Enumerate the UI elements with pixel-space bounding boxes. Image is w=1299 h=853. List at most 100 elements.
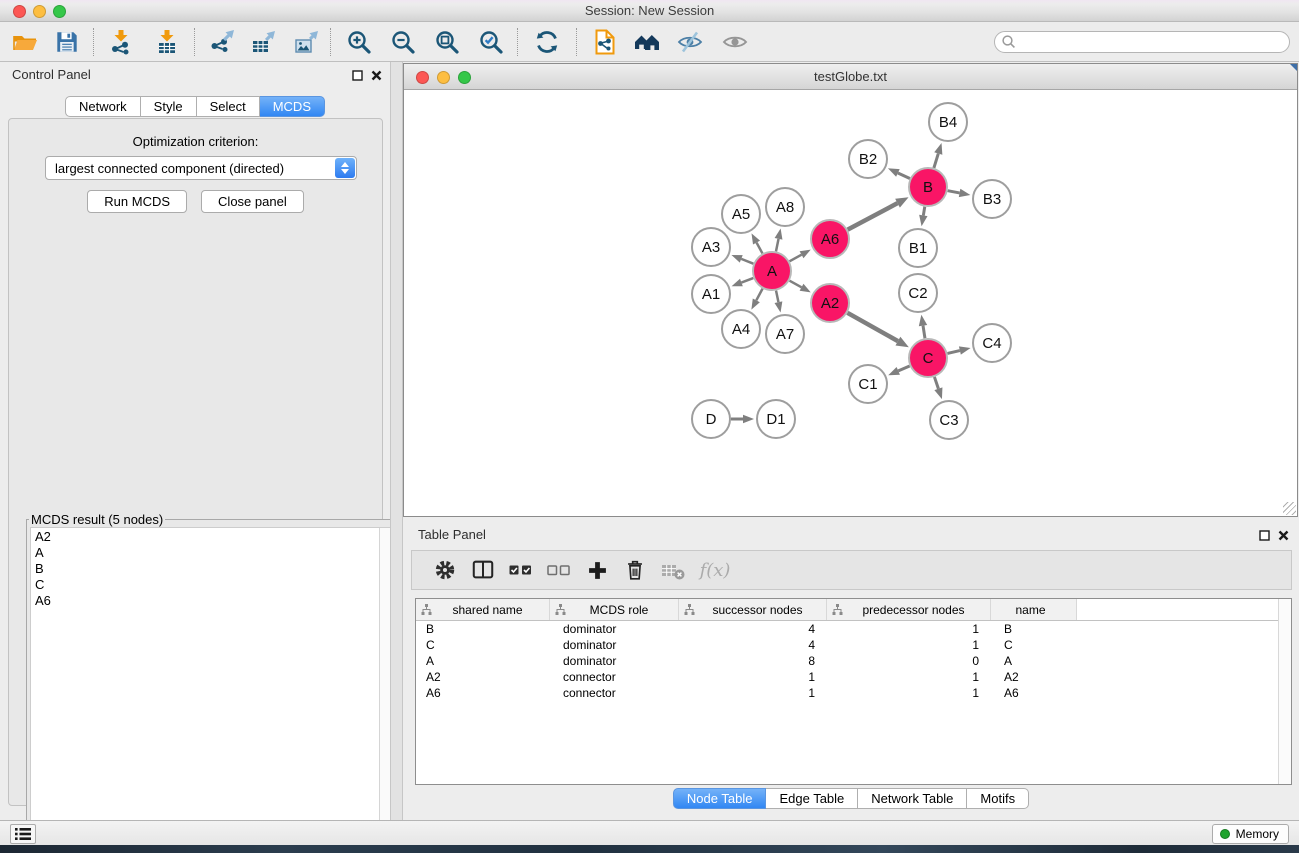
run-mcds-button[interactable]: Run MCDS <box>87 190 187 213</box>
table-cell[interactable]: A2 <box>416 669 550 685</box>
mcds-result-item[interactable]: A <box>31 545 392 561</box>
graph-edge-A-A8[interactable] <box>776 239 779 252</box>
float-panel-button[interactable] <box>350 68 364 82</box>
optimization-criterion-select[interactable]: largest connected component (directed) <box>45 156 357 180</box>
graph-edge-A2-C[interactable] <box>847 313 897 341</box>
save-session-button[interactable] <box>50 25 84 59</box>
table-cell[interactable]: 0 <box>827 653 991 669</box>
close-panel-button[interactable] <box>369 68 383 82</box>
table-cell[interactable]: A <box>991 653 1077 669</box>
export-image-button[interactable] <box>289 25 323 59</box>
table-cell[interactable]: connector <box>550 685 679 701</box>
zoom-in-button[interactable] <box>342 25 376 59</box>
network-canvas[interactable]: AA1A2A3A4A5A6A7A8BB1B2B3B4CC1C2C3C4DD1 <box>404 90 1297 516</box>
graph-edge-A-A4[interactable] <box>756 289 762 301</box>
search-input[interactable] <box>994 31 1290 53</box>
hide-panels-button[interactable] <box>673 25 707 59</box>
table-cell[interactable]: A2 <box>991 669 1077 685</box>
table-cell[interactable]: B <box>416 621 550 637</box>
graph-edge-C-C2[interactable] <box>923 326 925 339</box>
function-builder-button[interactable]: f(x) <box>692 553 738 587</box>
graph-edge-C-C4[interactable] <box>947 351 959 354</box>
column-header-MCDS-role[interactable]: MCDS role <box>550 599 679 620</box>
refresh-button[interactable] <box>530 25 564 59</box>
table-row[interactable]: A2connector11A2 <box>416 669 1291 685</box>
table-cell[interactable]: B <box>991 621 1077 637</box>
graph-edge-B-B1[interactable] <box>923 207 924 216</box>
table-row[interactable]: Cdominator41C <box>416 637 1291 653</box>
column-header-name[interactable]: name <box>991 599 1077 620</box>
import-network-button[interactable] <box>104 25 138 59</box>
export-network-button[interactable] <box>206 25 240 59</box>
table-row[interactable]: A6connector11A6 <box>416 685 1291 701</box>
new-network-file-button[interactable] <box>588 25 622 59</box>
table-cell[interactable]: 8 <box>679 653 827 669</box>
graph-edge-A-A6[interactable] <box>790 255 802 262</box>
tab-node-table[interactable]: Node Table <box>673 788 767 809</box>
table-cell[interactable]: dominator <box>550 621 679 637</box>
tab-select[interactable]: Select <box>197 96 260 117</box>
zoom-out-button[interactable] <box>386 25 420 59</box>
table-cell[interactable]: 1 <box>827 637 991 653</box>
mcds-result-item[interactable]: B <box>31 561 392 577</box>
table-cell[interactable]: 1 <box>679 669 827 685</box>
add-column-button[interactable] <box>578 553 616 587</box>
show-task-history-button[interactable] <box>10 824 36 844</box>
graph-edge-C-C1[interactable] <box>898 366 909 371</box>
tab-mcds[interactable]: MCDS <box>260 96 325 117</box>
graph-edge-A-A5[interactable] <box>757 243 763 254</box>
table-cell[interactable]: connector <box>550 669 679 685</box>
table-settings-button[interactable] <box>426 553 464 587</box>
select-all-button[interactable] <box>502 553 540 587</box>
delete-table-button[interactable] <box>654 553 692 587</box>
tab-network[interactable]: Network <box>65 96 141 117</box>
table-cell[interactable]: A <box>416 653 550 669</box>
mcds-result-item[interactable]: C <box>31 577 392 593</box>
column-header-predecessor-nodes[interactable]: predecessor nodes <box>827 599 991 620</box>
table-row[interactable]: Bdominator41B <box>416 621 1291 637</box>
graph-edge-A-A1[interactable] <box>741 278 753 282</box>
home-button[interactable] <box>630 25 664 59</box>
table-cell[interactable]: 1 <box>679 685 827 701</box>
tab-edge-table[interactable]: Edge Table <box>766 788 858 809</box>
graph-edge-B-B4[interactable] <box>934 154 938 168</box>
panel-splitter[interactable] <box>390 62 403 820</box>
table-cell[interactable]: 1 <box>827 669 991 685</box>
close-panel-button-2[interactable]: Close panel <box>201 190 304 213</box>
tab-motifs[interactable]: Motifs <box>967 788 1029 809</box>
table-cell[interactable]: 1 <box>827 621 991 637</box>
graph-edge-B-B2[interactable] <box>898 173 910 179</box>
table-cell[interactable]: C <box>991 637 1077 653</box>
import-table-button[interactable] <box>150 25 184 59</box>
table-close-button[interactable] <box>1276 528 1290 542</box>
column-header-shared-name[interactable]: shared name <box>416 599 550 620</box>
graph-edge-A-A3[interactable] <box>741 259 753 264</box>
mcds-result-item[interactable]: A6 <box>31 593 392 609</box>
tab-style[interactable]: Style <box>141 96 197 117</box>
memory-button[interactable]: Memory <box>1212 824 1289 844</box>
table-cell[interactable]: 4 <box>679 621 827 637</box>
table-cell[interactable]: 4 <box>679 637 827 653</box>
table-float-button[interactable] <box>1257 528 1271 542</box>
table-cell[interactable]: dominator <box>550 637 679 653</box>
export-table-button[interactable] <box>246 25 280 59</box>
delete-column-button[interactable] <box>616 553 654 587</box>
table-cell[interactable]: C <box>416 637 550 653</box>
split-columns-button[interactable] <box>464 553 502 587</box>
table-cell[interactable]: 1 <box>827 685 991 701</box>
deselect-all-button[interactable] <box>540 553 578 587</box>
table-cell[interactable]: A6 <box>416 685 550 701</box>
resize-grip[interactable] <box>1283 502 1296 515</box>
graph-edge-C-C3[interactable] <box>934 377 938 389</box>
table-scrollbar[interactable] <box>1278 599 1291 784</box>
graph-edge-A-A2[interactable] <box>790 281 802 288</box>
graph-edge-B-B3[interactable] <box>948 191 960 193</box>
graph-edge-A-A7[interactable] <box>776 291 778 303</box>
mcds-result-item[interactable]: A2 <box>31 529 392 545</box>
zoom-fit-button[interactable] <box>430 25 464 59</box>
tab-network-table[interactable]: Network Table <box>858 788 967 809</box>
column-header-successor-nodes[interactable]: successor nodes <box>679 599 827 620</box>
table-cell[interactable]: A6 <box>991 685 1077 701</box>
zoom-selected-button[interactable] <box>474 25 508 59</box>
table-row[interactable]: Adominator80A <box>416 653 1291 669</box>
